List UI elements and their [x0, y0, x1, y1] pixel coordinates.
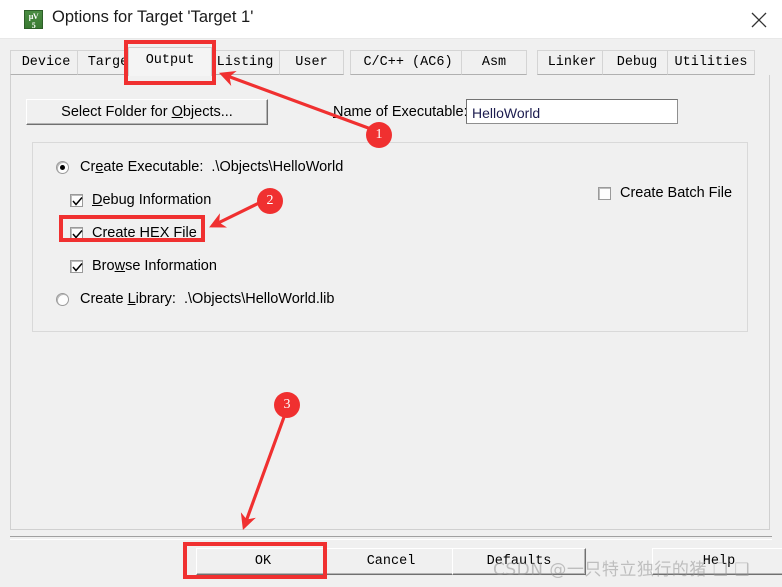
tab-utilities[interactable]: Utilities	[667, 50, 755, 75]
tab-device[interactable]: Device	[10, 50, 82, 75]
browse-information-label: Browse Information	[92, 258, 217, 274]
checkbox-indicator-icon	[598, 187, 611, 200]
tab-output[interactable]: Output	[128, 47, 212, 76]
tab-user[interactable]: User	[279, 50, 344, 75]
window-title: Options for Target 'Target 1'	[52, 8, 254, 26]
ok-button[interactable]: OK	[196, 548, 330, 575]
tab-c-cpp[interactable]: C/C++ (AC6)	[350, 50, 466, 75]
title-bar: µV 5 Options for Target 'Target 1'	[0, 0, 782, 39]
checkbox-indicator-icon	[70, 260, 83, 273]
tab-debug[interactable]: Debug	[602, 50, 672, 75]
name-of-executable-label: Name of Executable:	[333, 104, 468, 120]
debug-information-label: Debug Information	[92, 192, 212, 208]
name-of-executable-input[interactable]	[466, 99, 678, 124]
tab-strip: Device Target Output Listing User C/C++ …	[10, 47, 772, 76]
create-library-path: .\Objects\HelloWorld.lib	[183, 291, 335, 307]
select-folder-label: Select Folder for Objects...	[61, 104, 233, 120]
output-options-group: Create Executable: .\Objects\HelloWorld …	[32, 142, 748, 332]
uvision-logo-icon: µV 5	[24, 10, 43, 30]
create-batch-file-label: Create Batch File	[620, 185, 733, 201]
tab-asm[interactable]: Asm	[461, 50, 527, 75]
create-hex-file-label: Create HEX File	[92, 225, 197, 241]
cancel-button[interactable]: Cancel	[324, 548, 458, 575]
options-dialog: µV 5 Options for Target 'Target 1' Device…	[0, 0, 782, 587]
select-folder-for-objects-button[interactable]: Select Folder for Objects...	[26, 99, 268, 125]
create-executable-path: .\Objects\HelloWorld	[211, 159, 344, 175]
csdn-watermark: CSDN @一只特立独行的猪 ❑ ❑	[493, 560, 751, 580]
tab-linker[interactable]: Linker	[537, 50, 607, 75]
checkbox-indicator-icon	[70, 194, 83, 207]
checkbox-indicator-icon	[70, 227, 83, 240]
close-icon[interactable]	[736, 0, 782, 37]
create-library-label: Create Library: .\Objects\HelloWorld.lib	[80, 291, 335, 307]
radio-indicator-icon	[56, 293, 69, 306]
footer-divider	[10, 536, 772, 540]
create-executable-label: Create Executable: .\Objects\HelloWorld	[80, 159, 344, 175]
radio-indicator-icon	[56, 161, 69, 174]
tab-listing[interactable]: Listing	[206, 50, 284, 75]
